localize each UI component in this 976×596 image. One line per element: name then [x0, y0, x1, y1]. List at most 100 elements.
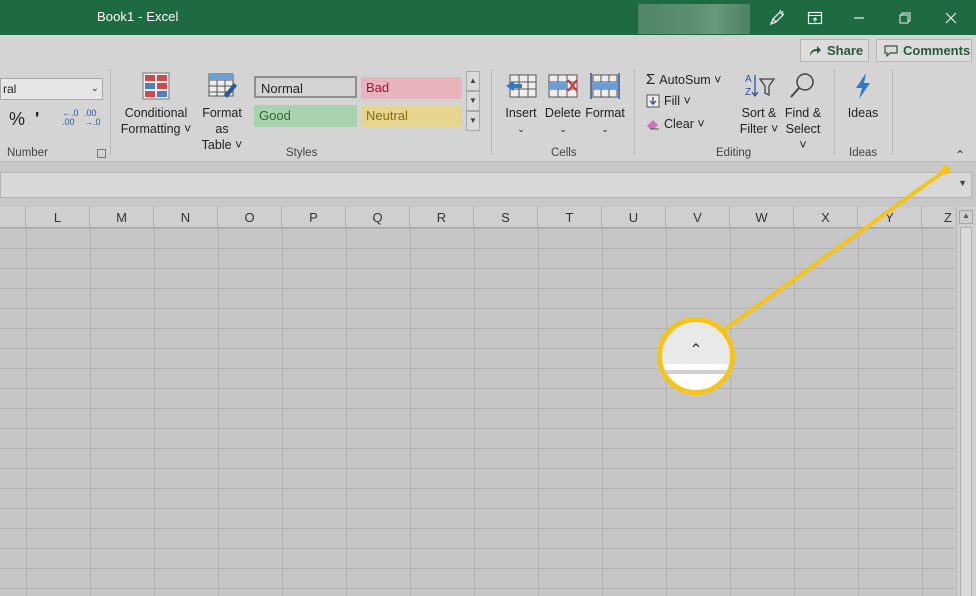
- column-header-o[interactable]: O: [218, 207, 282, 228]
- find-select-button[interactable]: Find & Select ˅: [781, 71, 825, 153]
- conditional-formatting-label: Conditional Formatting ˅: [120, 106, 192, 136]
- column-header-s[interactable]: S: [474, 207, 538, 228]
- account-area[interactable]: [638, 4, 750, 34]
- formula-bar[interactable]: ▼: [0, 172, 972, 198]
- svg-text:Z: Z: [745, 87, 751, 98]
- sigma-icon: Σ: [646, 71, 656, 88]
- magnifier-icon: [790, 73, 814, 98]
- format-cells-button[interactable]: Format ⌄: [585, 71, 625, 137]
- grid-line: [858, 228, 859, 596]
- close-button[interactable]: [928, 0, 974, 35]
- fill-down-icon: [646, 94, 660, 108]
- grid-line: [26, 228, 27, 596]
- style-good[interactable]: Good: [254, 105, 357, 127]
- share-label: Share: [827, 43, 864, 58]
- style-normal[interactable]: Normal: [254, 76, 357, 98]
- column-header-v[interactable]: V: [666, 207, 730, 228]
- collapse-ribbon-button[interactable]: ⌃: [955, 148, 965, 162]
- column-header-m[interactable]: M: [90, 207, 154, 228]
- fill-label: Fill ˅: [664, 94, 691, 108]
- comments-button[interactable]: Comments: [876, 39, 972, 62]
- style-bad[interactable]: Bad: [361, 77, 462, 99]
- column-header[interactable]: [0, 207, 26, 228]
- group-separator: [491, 69, 492, 155]
- minimize-button[interactable]: [836, 0, 882, 35]
- comment-icon: [884, 44, 898, 57]
- number-format-dropdown[interactable]: ral ⌄: [0, 78, 103, 100]
- chevron-down-icon: ⌄: [517, 124, 525, 134]
- sort-filter-label: Sort & Filter ˅: [739, 106, 779, 136]
- column-header-p[interactable]: P: [282, 207, 346, 228]
- column-header-u[interactable]: U: [602, 207, 666, 228]
- delete-cells-button[interactable]: Delete ⌄: [543, 71, 583, 137]
- group-separator: [834, 69, 835, 155]
- title-bar: Book1 - Excel: [0, 0, 976, 35]
- chevron-down-icon: ⌄: [559, 124, 567, 134]
- increase-decimal-button[interactable]: ←.0 .00: [62, 109, 79, 127]
- ribbon-tab-row: Share Comments: [0, 35, 976, 63]
- vertical-scrollbar[interactable]: ▲: [956, 207, 976, 596]
- scroll-up-arrow-icon[interactable]: ▲: [959, 210, 973, 224]
- clear-label: Clear ˅: [664, 117, 705, 131]
- callout-magnifier: ⌃: [657, 317, 735, 395]
- decrease-decimal-button[interactable]: .00 →.0: [84, 109, 101, 127]
- style-neutral[interactable]: Neutral: [361, 105, 462, 127]
- grid-line: [346, 228, 347, 596]
- fill-button[interactable]: Fill ˅: [646, 94, 691, 108]
- worksheet-grid[interactable]: [0, 228, 954, 596]
- cells-group-label: Cells: [551, 147, 577, 159]
- format-cells-icon: [590, 73, 620, 99]
- column-header-n[interactable]: N: [154, 207, 218, 228]
- format-as-table-button[interactable]: Format as Table ˅: [194, 71, 250, 153]
- clear-button[interactable]: Clear ˅: [646, 117, 705, 131]
- styles-scroll-down[interactable]: ▼: [466, 91, 480, 111]
- svg-text:A: A: [745, 74, 752, 85]
- expand-formula-bar-icon[interactable]: ▼: [958, 178, 967, 188]
- delete-cells-icon: [548, 74, 578, 98]
- ribbon-display-options-icon[interactable]: [792, 0, 838, 35]
- style-neutral-label: Neutral: [366, 108, 408, 123]
- ideas-group-label: Ideas: [849, 147, 878, 159]
- share-icon: [810, 45, 821, 56]
- styles-scroll-up[interactable]: ▲: [466, 71, 480, 91]
- format-as-table-icon: [208, 73, 237, 98]
- number-format-value: ral: [3, 82, 17, 96]
- scrollbar-thumb[interactable]: [960, 227, 972, 596]
- grid-line: [794, 228, 795, 596]
- column-header-r[interactable]: R: [410, 207, 474, 228]
- styles-group-label: Styles: [286, 147, 318, 159]
- insert-cells-button[interactable]: Insert ⌄: [501, 71, 541, 137]
- ribbon: ral ⌄ % ' ←.0 .00 .00 →.0 Number Conditi…: [0, 63, 976, 162]
- autosum-button[interactable]: Σ AutoSum ˅: [646, 71, 721, 88]
- chevron-down-icon: ⌄: [90, 83, 99, 94]
- ideas-button[interactable]: Ideas: [843, 71, 883, 121]
- editing-group-label: Editing: [716, 147, 752, 159]
- sort-filter-icon: A Z: [745, 74, 776, 98]
- insert-cells-icon: [506, 74, 537, 98]
- styles-more-button[interactable]: ▼: [466, 111, 480, 131]
- restore-button[interactable]: [882, 0, 928, 35]
- ideas-label: Ideas: [847, 106, 879, 120]
- grid-line: [218, 228, 219, 596]
- window-title: Book1 - Excel: [97, 9, 179, 24]
- comma-style-button[interactable]: ': [35, 109, 39, 130]
- conditional-formatting-button[interactable]: Conditional Formatting ˅: [120, 71, 192, 137]
- collapse-ribbon-icon: ⌃: [689, 342, 703, 359]
- insert-label: Insert: [505, 106, 537, 120]
- number-dialog-launcher[interactable]: [97, 149, 106, 158]
- column-header-l[interactable]: L: [26, 207, 90, 228]
- share-button[interactable]: Share: [800, 39, 869, 62]
- column-header-y[interactable]: Y: [858, 207, 922, 228]
- grid-line: [666, 228, 667, 596]
- chevron-down-icon: ⌄: [601, 124, 609, 134]
- percent-style-button[interactable]: %: [9, 109, 25, 130]
- column-header-z[interactable]: Z: [922, 207, 954, 228]
- column-header-x[interactable]: X: [794, 207, 858, 228]
- eraser-icon: [647, 120, 659, 130]
- column-header-w[interactable]: W: [730, 207, 794, 228]
- column-header-t[interactable]: T: [538, 207, 602, 228]
- group-separator: [110, 69, 111, 155]
- delete-label: Delete: [544, 106, 582, 120]
- column-header-q[interactable]: Q: [346, 207, 410, 228]
- sort-filter-button[interactable]: A Z Sort & Filter ˅: [738, 71, 780, 137]
